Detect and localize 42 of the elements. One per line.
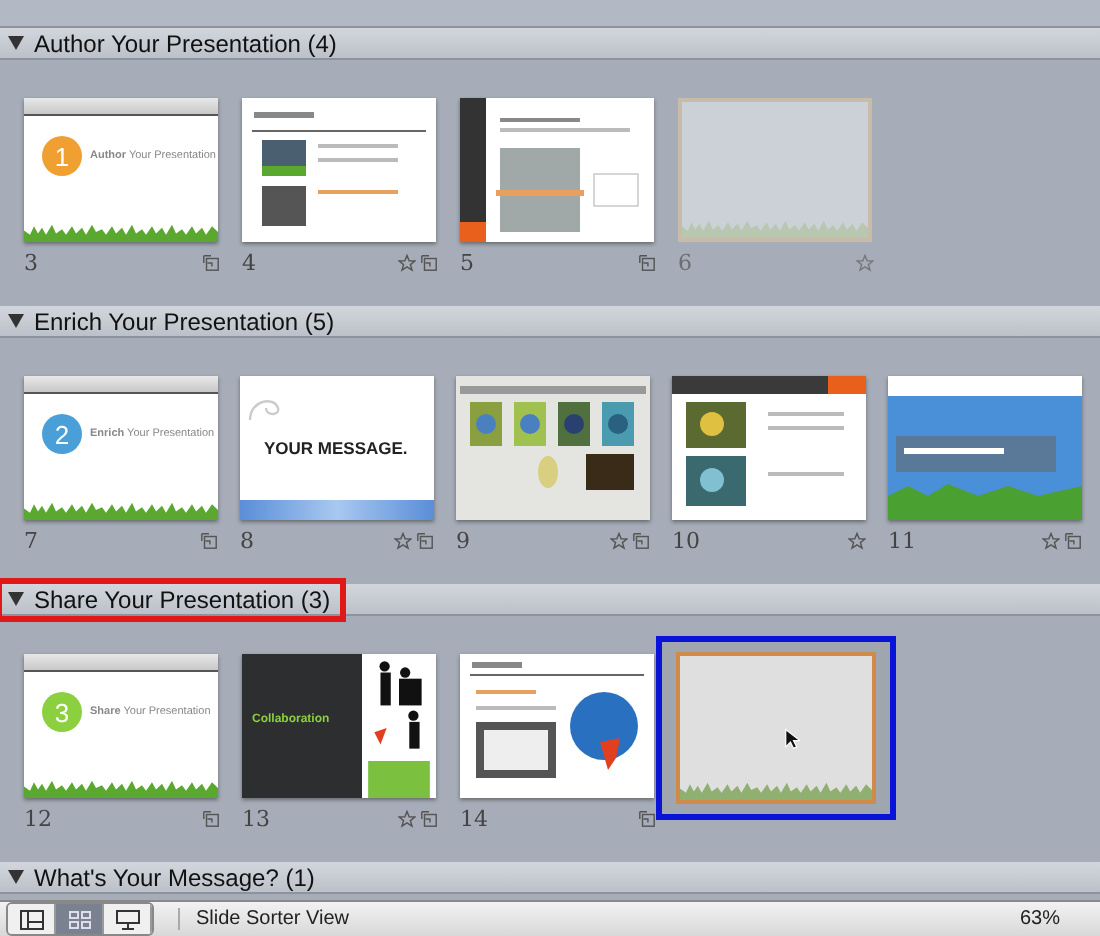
slide-thumbnail[interactable]	[456, 376, 650, 520]
disclosure-triangle-icon[interactable]	[8, 36, 24, 50]
slide-thumbnail[interactable]	[242, 98, 436, 242]
slide-number: 14	[460, 805, 488, 831]
slide-number: 11	[888, 527, 916, 553]
slide-number: 6	[678, 249, 692, 275]
number-circle: 3	[42, 692, 82, 732]
slide-number: 9	[456, 527, 470, 553]
slide-number: 10	[672, 527, 700, 553]
slide-number: 12	[24, 805, 52, 831]
slide-thumbnail[interactable]	[460, 98, 654, 242]
slide-number: 7	[24, 527, 38, 553]
number-circle: 2	[42, 414, 82, 454]
slide-thumbnail[interactable]	[678, 98, 872, 242]
monitor-icon	[115, 909, 139, 929]
section-title: What's Your Message? (1)	[34, 863, 315, 891]
pointer-cursor-icon	[784, 728, 800, 750]
disclosure-triangle-icon[interactable]	[8, 870, 24, 884]
section-title: Share Your Presentation (3)	[34, 585, 331, 613]
slide-number: 3	[24, 249, 38, 275]
slide-show-button[interactable]	[104, 904, 152, 934]
drop-target-slide[interactable]	[656, 636, 896, 820]
slide-thumbnail[interactable]	[672, 376, 866, 520]
normal-view-icon	[19, 909, 43, 929]
disclosure-triangle-icon[interactable]	[8, 592, 24, 606]
slide-title: YOUR MESSAGE.	[264, 438, 408, 458]
section-title: Author Your Presentation (4)	[34, 29, 337, 57]
grid-icon	[67, 909, 91, 929]
slide-thumbnail[interactable]	[888, 376, 1082, 520]
view-name-label: Slide Sorter View	[178, 908, 350, 930]
zoom-level: 63%	[1019, 908, 1060, 930]
number-circle: 1	[42, 136, 82, 176]
slide-number: 5	[460, 249, 474, 275]
slide-thumbnail[interactable]	[460, 654, 654, 798]
normal-view-button[interactable]	[8, 904, 56, 934]
slide-number: 4	[242, 249, 256, 275]
disclosure-triangle-icon[interactable]	[8, 314, 24, 328]
slide-number: 13	[242, 805, 270, 831]
view-switcher[interactable]	[6, 902, 154, 936]
section-title: Enrich Your Presentation (5)	[34, 307, 335, 335]
slide-thumbnail[interactable]: YOUR MESSAGE.	[240, 376, 434, 520]
slide-number: 8	[240, 527, 254, 553]
